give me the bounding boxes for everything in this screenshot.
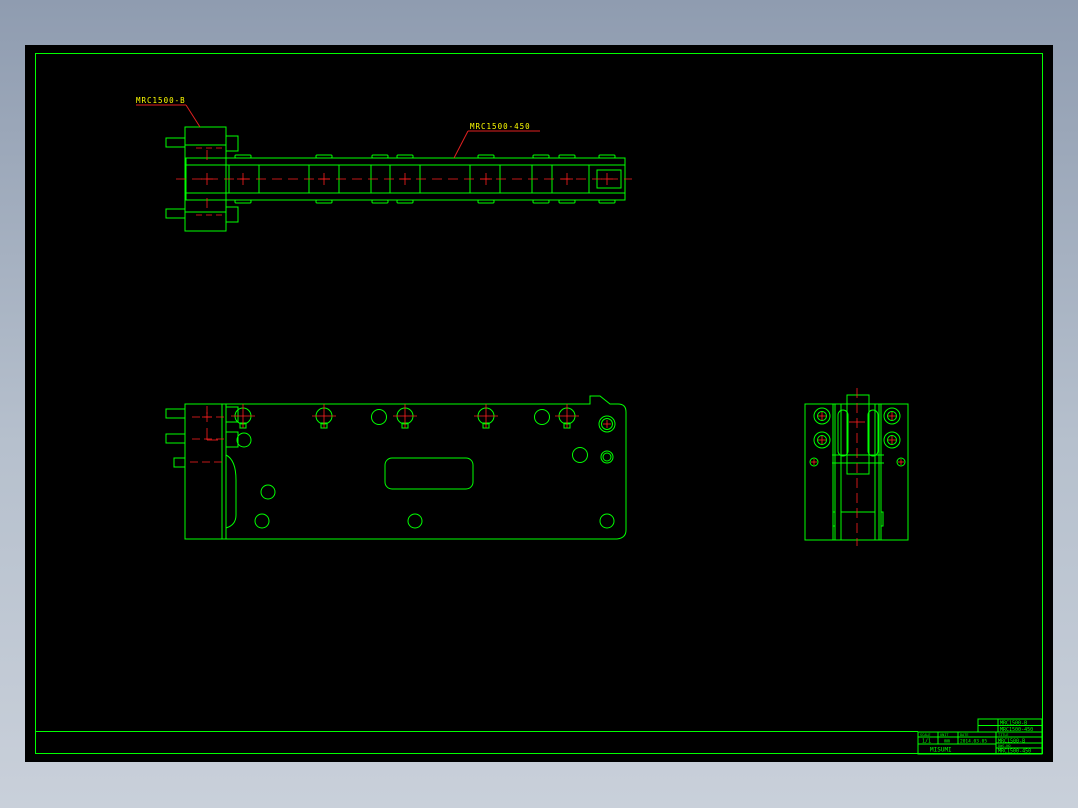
roller-top: [371, 154, 389, 159]
roller-bottom: [598, 199, 616, 204]
top-view: [165, 126, 626, 232]
side-view-centerlines: [849, 388, 865, 546]
header-date: DATE: [960, 733, 968, 737]
roller-bottom: [558, 199, 576, 204]
roller-bottom: [234, 199, 252, 204]
leader-lines: [136, 104, 540, 159]
roller-bottom: [477, 199, 495, 204]
header-title: TITLE: [998, 733, 1009, 737]
roller-top: [396, 154, 414, 159]
roller-top: [477, 154, 495, 159]
roller-top: [234, 154, 252, 159]
header-scale: SCALE: [920, 733, 931, 737]
roller-bottom: [371, 199, 389, 204]
unit-value: mm: [944, 739, 950, 745]
part-label-rail: MRC1500-450: [470, 122, 531, 131]
roller-top: [315, 154, 333, 159]
side-view: [804, 394, 909, 541]
header-dwg: DWG.NO: [998, 744, 1011, 748]
roller-bottom: [315, 199, 333, 204]
cad-drawing-viewport[interactable]: MRC1500-B MRC1500-450 MRC1500-B MRC1500-…: [25, 45, 1053, 762]
roller-top: [598, 154, 616, 159]
scale-value: 1/1: [922, 739, 931, 745]
front-view: [165, 395, 627, 540]
title-upper-name: MRC1500-B: [1000, 721, 1027, 727]
front-view-centerlines: [190, 406, 226, 463]
roller-bottom: [532, 199, 550, 204]
drawing-number: MRC1500-450: [998, 749, 1031, 755]
company-name: MISUMI: [930, 747, 952, 754]
roller-top: [558, 154, 576, 159]
cad-drawing-canvas: MRC1500-B MRC1500-450 MRC1500-B MRC1500-…: [35, 53, 1043, 755]
roller-bottom: [396, 199, 414, 204]
date-value: 2014.03.05: [960, 739, 987, 745]
header-unit: UNIT: [940, 733, 949, 737]
roller-top: [532, 154, 550, 159]
part-label-bracket: MRC1500-B: [136, 96, 186, 105]
